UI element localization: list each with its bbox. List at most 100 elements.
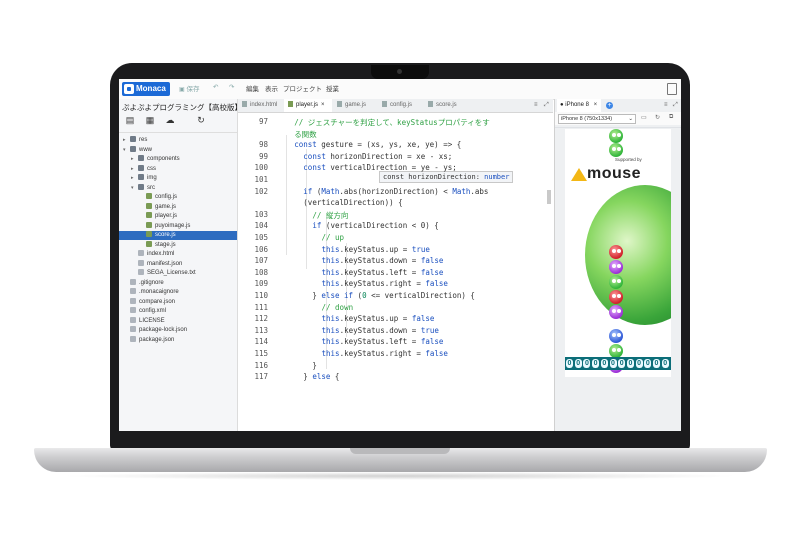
close-icon[interactable]: × — [594, 102, 598, 108]
code-line[interactable]: } — [312, 361, 317, 370]
file-tree-item[interactable]: puyoimage.js — [119, 221, 237, 231]
file-tree-item[interactable]: score.js — [119, 231, 237, 240]
scrollbar-thumb[interactable] — [547, 190, 551, 204]
file-tree-item[interactable]: ▸ img — [119, 174, 237, 183]
code-line[interactable]: const verticalDirection = ye - ys; — [303, 163, 457, 172]
file-tree-item[interactable]: .gitignore — [119, 278, 237, 288]
line-number: 110 — [254, 291, 268, 300]
add-device-button[interactable]: + — [606, 102, 613, 109]
code-line[interactable]: this.keyStatus.up = false — [322, 314, 435, 323]
expand-icon[interactable]: ⤢ — [673, 102, 678, 109]
js-file-icon — [146, 202, 152, 209]
monaca-logo[interactable]: Monaca — [122, 82, 170, 96]
file-tree-item[interactable]: config.xml — [119, 307, 237, 316]
file-tree-item[interactable]: index.html — [119, 250, 237, 259]
sponsor-caption: Supported by — [615, 157, 642, 162]
camera-icon — [397, 69, 402, 74]
chevron-right-icon[interactable]: ▸ — [131, 155, 138, 164]
tab-index-html[interactable]: index.html — [238, 99, 283, 112]
tab-list-icon[interactable]: ≡ — [534, 102, 538, 108]
chevron-right-icon[interactable]: ▸ — [123, 136, 130, 145]
file-tree-label: LICENSE — [139, 317, 165, 324]
code-line[interactable]: if (Math.abs(horizonDirection) < Math.ab… — [303, 187, 488, 196]
tab-score-js[interactable]: score.js — [424, 99, 468, 112]
file-tree-item[interactable]: SEGA_License.txt — [119, 269, 237, 278]
code-line[interactable]: this.keyStatus.right = false — [322, 279, 448, 288]
screenshot-icon[interactable]: ⧉ — [669, 114, 673, 121]
file-tree-item[interactable]: LICENSE — [119, 316, 237, 326]
file-tree-item[interactable]: manifest.json — [119, 259, 237, 269]
code-line[interactable]: const horizonDirection = xe - xs; — [303, 152, 452, 161]
redo-icon[interactable]: ↷ — [229, 83, 234, 91]
file-tree-item[interactable]: ▾ www — [119, 145, 237, 155]
code-line[interactable]: if (verticalDirection < 0) { — [312, 221, 438, 230]
file-tree-item[interactable]: package.json — [119, 335, 237, 345]
tab-player-js[interactable]: player.js × — [284, 99, 332, 112]
file-tree-item[interactable]: stage.js — [119, 240, 237, 250]
expand-icon[interactable]: ⤢ — [544, 102, 549, 109]
file-tree-item[interactable]: .monacaignore — [119, 288, 237, 297]
laptop-opening-groove — [350, 448, 450, 454]
menu-class[interactable]: 授業 — [326, 83, 339, 93]
puyo-green — [609, 129, 623, 143]
menu-edit[interactable]: 編集 — [246, 83, 259, 93]
file-icon — [130, 278, 136, 285]
file-tree-item[interactable]: ▸ css — [119, 164, 237, 174]
code-line[interactable]: // 縦方向 — [312, 210, 348, 221]
puyo-green — [609, 275, 623, 289]
chevron-down-icon[interactable]: ▾ — [123, 146, 130, 155]
menu-project[interactable]: プロジェクト — [283, 83, 322, 93]
folder-icon — [138, 155, 144, 161]
line-number: 116 — [254, 360, 268, 370]
file-tree-item[interactable]: player.js — [119, 212, 237, 221]
tab-label: config.js — [390, 102, 413, 108]
chevron-down-icon[interactable]: ▾ — [131, 184, 138, 193]
file-tree-item[interactable]: compare.json — [119, 297, 237, 307]
code-line[interactable]: } else if (0 <= verticalDirection) { — [312, 291, 475, 300]
code-line[interactable]: // up — [322, 233, 345, 242]
tab-iphone-8[interactable]: ● iPhone 8 × — [557, 99, 601, 112]
score-digit: 0 — [574, 359, 582, 368]
code-line[interactable]: this.keyStatus.down = false — [322, 256, 444, 265]
file-icon — [428, 101, 433, 107]
code-line[interactable]: this.keyStatus.left = false — [322, 337, 444, 346]
refresh-icon[interactable]: ↻ — [196, 115, 206, 125]
code-line[interactable]: // ジェスチャーを判定して、keyStatusプロパティをす — [294, 117, 490, 128]
file-tree-item[interactable]: package-lock.json — [119, 326, 237, 335]
tab-game-js[interactable]: game.js — [333, 99, 377, 112]
rotate-icon[interactable]: ▭ — [641, 114, 647, 121]
tab-config-js[interactable]: config.js — [378, 99, 423, 112]
new-file-icon[interactable]: ▤ — [125, 115, 135, 125]
save-button[interactable]: ▣ 保存 — [179, 83, 199, 93]
menu-view[interactable]: 表示 — [265, 83, 278, 93]
chevron-right-icon[interactable]: ▸ — [131, 174, 138, 183]
panel-toggle-icon[interactable] — [667, 83, 677, 95]
file-tree-item[interactable]: ▾ src — [119, 183, 237, 193]
tab-list-icon[interactable]: ≡ — [664, 102, 668, 108]
puyo-blue — [609, 329, 623, 343]
file-tree-item[interactable]: game.js — [119, 202, 237, 212]
close-icon[interactable]: × — [321, 102, 325, 108]
code-line[interactable]: this.keyStatus.right = false — [322, 349, 448, 358]
file-tree-item[interactable]: ▸ components — [119, 155, 237, 164]
code-line[interactable]: this.keyStatus.left = false — [322, 268, 444, 277]
code-line[interactable]: } else { — [303, 372, 339, 381]
new-folder-icon[interactable]: ▦ — [145, 115, 155, 125]
upload-icon[interactable]: ☁ — [165, 115, 175, 125]
device-select[interactable]: iPhone 8 (750x1334) ⌄ — [558, 114, 636, 124]
device-screen[interactable]: Supported by mouse — [565, 129, 671, 377]
reload-icon[interactable]: ↻ — [655, 114, 660, 121]
chevron-right-icon[interactable]: ▸ — [131, 165, 138, 174]
file-tree-label: manifest.json — [147, 260, 183, 267]
line-number: 101 — [254, 175, 268, 184]
code-line[interactable]: // down — [322, 303, 354, 312]
code-line[interactable]: this.keyStatus.down = true — [322, 326, 439, 335]
code-line[interactable]: this.keyStatus.up = true — [322, 245, 430, 254]
code-line[interactable]: const gesture = (xs, ys, xe, ye) => { — [294, 140, 461, 149]
undo-icon[interactable]: ↶ — [213, 83, 218, 91]
code-line[interactable]: る関数 — [294, 129, 317, 140]
file-tree-item[interactable]: config.js — [119, 193, 237, 202]
code-line[interactable]: (verticalDirection)) { — [303, 198, 402, 207]
code-editor[interactable]: const horizonDirection: number 97 // ジェスチ… — [238, 113, 553, 431]
file-tree-item[interactable]: ▸ res — [119, 136, 237, 145]
